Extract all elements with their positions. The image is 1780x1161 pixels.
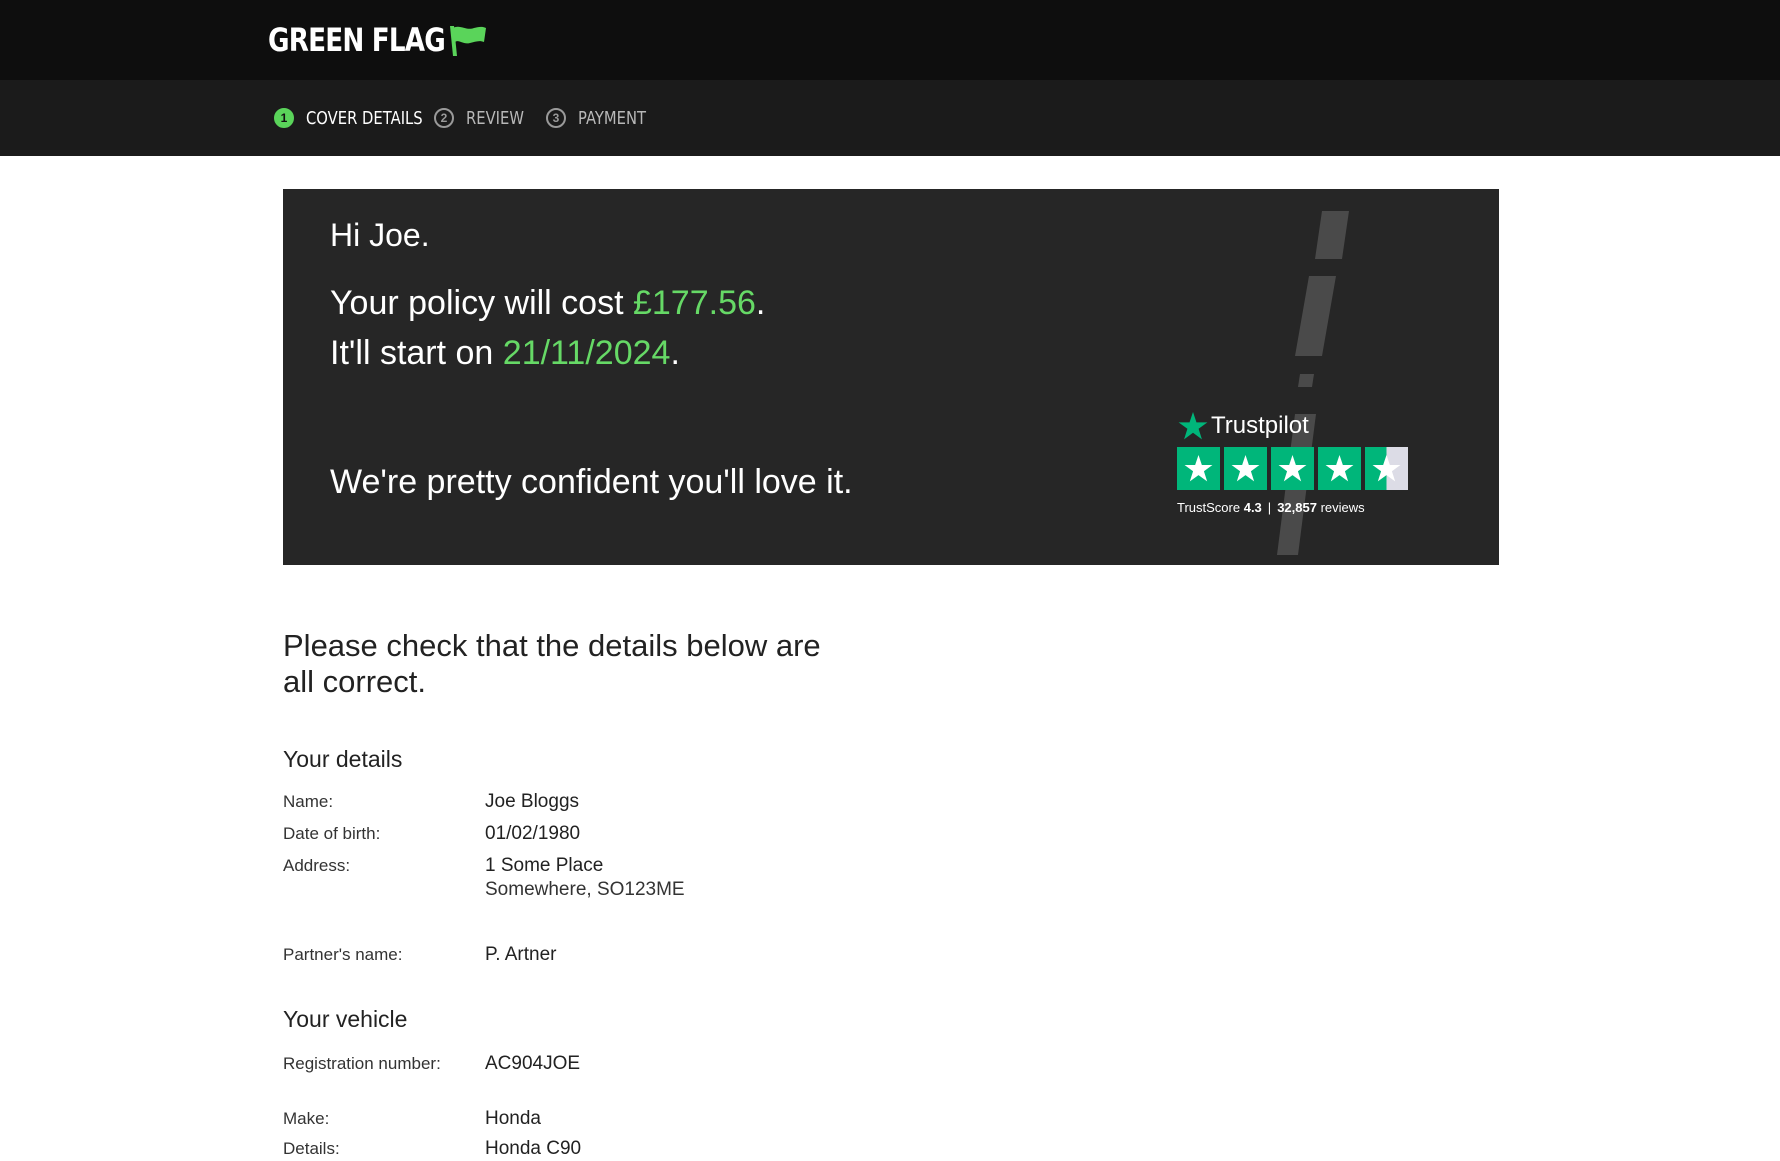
vehicle-row-make: Make: Honda	[283, 1107, 983, 1131]
detail-row-partner: Partner's name: P. Artner	[283, 943, 983, 967]
trustscore-line: TrustScore 4.3 | 32,857 reviews	[1177, 500, 1417, 515]
step-number: 2	[434, 108, 454, 128]
trustpilot-star-icon	[1178, 412, 1208, 440]
step-cover-details[interactable]: 1 COVER DETAILS	[274, 107, 423, 129]
your-details-title: Your details	[283, 746, 403, 772]
detail-row-dob: Date of birth: 01/02/1980	[283, 822, 983, 846]
address-label: Address:	[283, 856, 351, 875]
dob-label: Date of birth:	[283, 824, 381, 843]
half-star-icon	[1365, 447, 1408, 490]
star-icon	[1318, 447, 1361, 490]
star-icon	[1177, 447, 1220, 490]
trustpilot-widget[interactable]: Trustpilot TrustScore 4.3 | 32,857 reviews	[1177, 409, 1417, 515]
vehicle-row-registration: Registration number: AC904JOE	[283, 1052, 983, 1076]
cost-suffix: .	[755, 284, 766, 322]
top-header: GREEN FLAG	[0, 0, 1780, 80]
step-review[interactable]: 2 REVIEW	[434, 107, 524, 129]
star-icon	[1271, 447, 1314, 490]
confidence-message: We're pretty confident you'll love it.	[330, 463, 853, 501]
start-date-value: 21/11/2024	[502, 334, 671, 372]
your-vehicle-title: Your vehicle	[283, 1006, 408, 1032]
partner-value: P. Artner	[485, 944, 557, 965]
start-suffix: .	[670, 334, 680, 372]
trustscore-value: 4.3	[1243, 500, 1262, 515]
trustpilot-brand: Trustpilot	[1177, 409, 1417, 443]
step-label: REVIEW	[466, 107, 524, 129]
make-label: Make:	[283, 1109, 330, 1128]
detail-row-address: Address: 1 Some Place Somewhere, SO123ME	[283, 854, 983, 902]
dob-value: 01/02/1980	[485, 823, 581, 844]
reviews-label: reviews	[1320, 500, 1365, 515]
trustscore-separator: |	[1267, 500, 1272, 515]
step-label: COVER DETAILS	[306, 107, 423, 129]
step-number: 1	[274, 108, 294, 128]
greeting: Hi Joe.	[330, 217, 430, 253]
trustpilot-name: Trustpilot	[1211, 412, 1309, 439]
registration-label: Registration number:	[283, 1054, 441, 1073]
progress-steps-bar: 1 COVER DETAILS 2 REVIEW 3 PAYMENT	[0, 80, 1780, 156]
step-label: PAYMENT	[578, 107, 647, 129]
trustpilot-rating-stars	[1177, 447, 1417, 490]
policy-cost-value: £177.56	[632, 284, 756, 322]
progress-steps: 1 COVER DETAILS 2 REVIEW 3 PAYMENT	[274, 80, 668, 156]
trustscore-label: TrustScore	[1177, 500, 1241, 515]
detail-row-name: Name: Joe Bloggs	[283, 790, 983, 814]
reviews-count: 32,857	[1277, 500, 1317, 515]
quote-summary-banner: Hi Joe. Your policy will cost £177.56. I…	[283, 189, 1499, 565]
partner-label: Partner's name:	[283, 945, 403, 964]
address-line-1: 1 Some Place	[485, 855, 604, 876]
name-value: Joe Bloggs	[485, 791, 580, 812]
logo-text: GREEN FLAG	[268, 21, 446, 59]
details-value: Honda C90	[485, 1138, 582, 1159]
name-label: Name:	[283, 792, 334, 811]
details-label: Details:	[283, 1139, 340, 1158]
star-icon	[1224, 447, 1267, 490]
page-heading: Please check that the details below are …	[283, 628, 821, 699]
flag-icon	[450, 26, 486, 56]
policy-cost-line: Your policy will cost £177.56.	[330, 284, 765, 323]
cost-prefix: Your policy will cost	[330, 284, 633, 322]
step-payment[interactable]: 3 PAYMENT	[546, 107, 647, 129]
start-date-line: It'll start on 21/11/2024.	[330, 334, 680, 373]
registration-value: AC904JOE	[485, 1053, 581, 1074]
green-flag-logo[interactable]: GREEN FLAG	[268, 18, 490, 62]
address-line-2: Somewhere, SO123ME	[485, 879, 685, 900]
make-value: Honda	[485, 1108, 541, 1129]
vehicle-row-details: Details: Honda C90	[283, 1137, 983, 1161]
step-number: 3	[546, 108, 566, 128]
start-prefix: It'll start on	[330, 334, 503, 372]
